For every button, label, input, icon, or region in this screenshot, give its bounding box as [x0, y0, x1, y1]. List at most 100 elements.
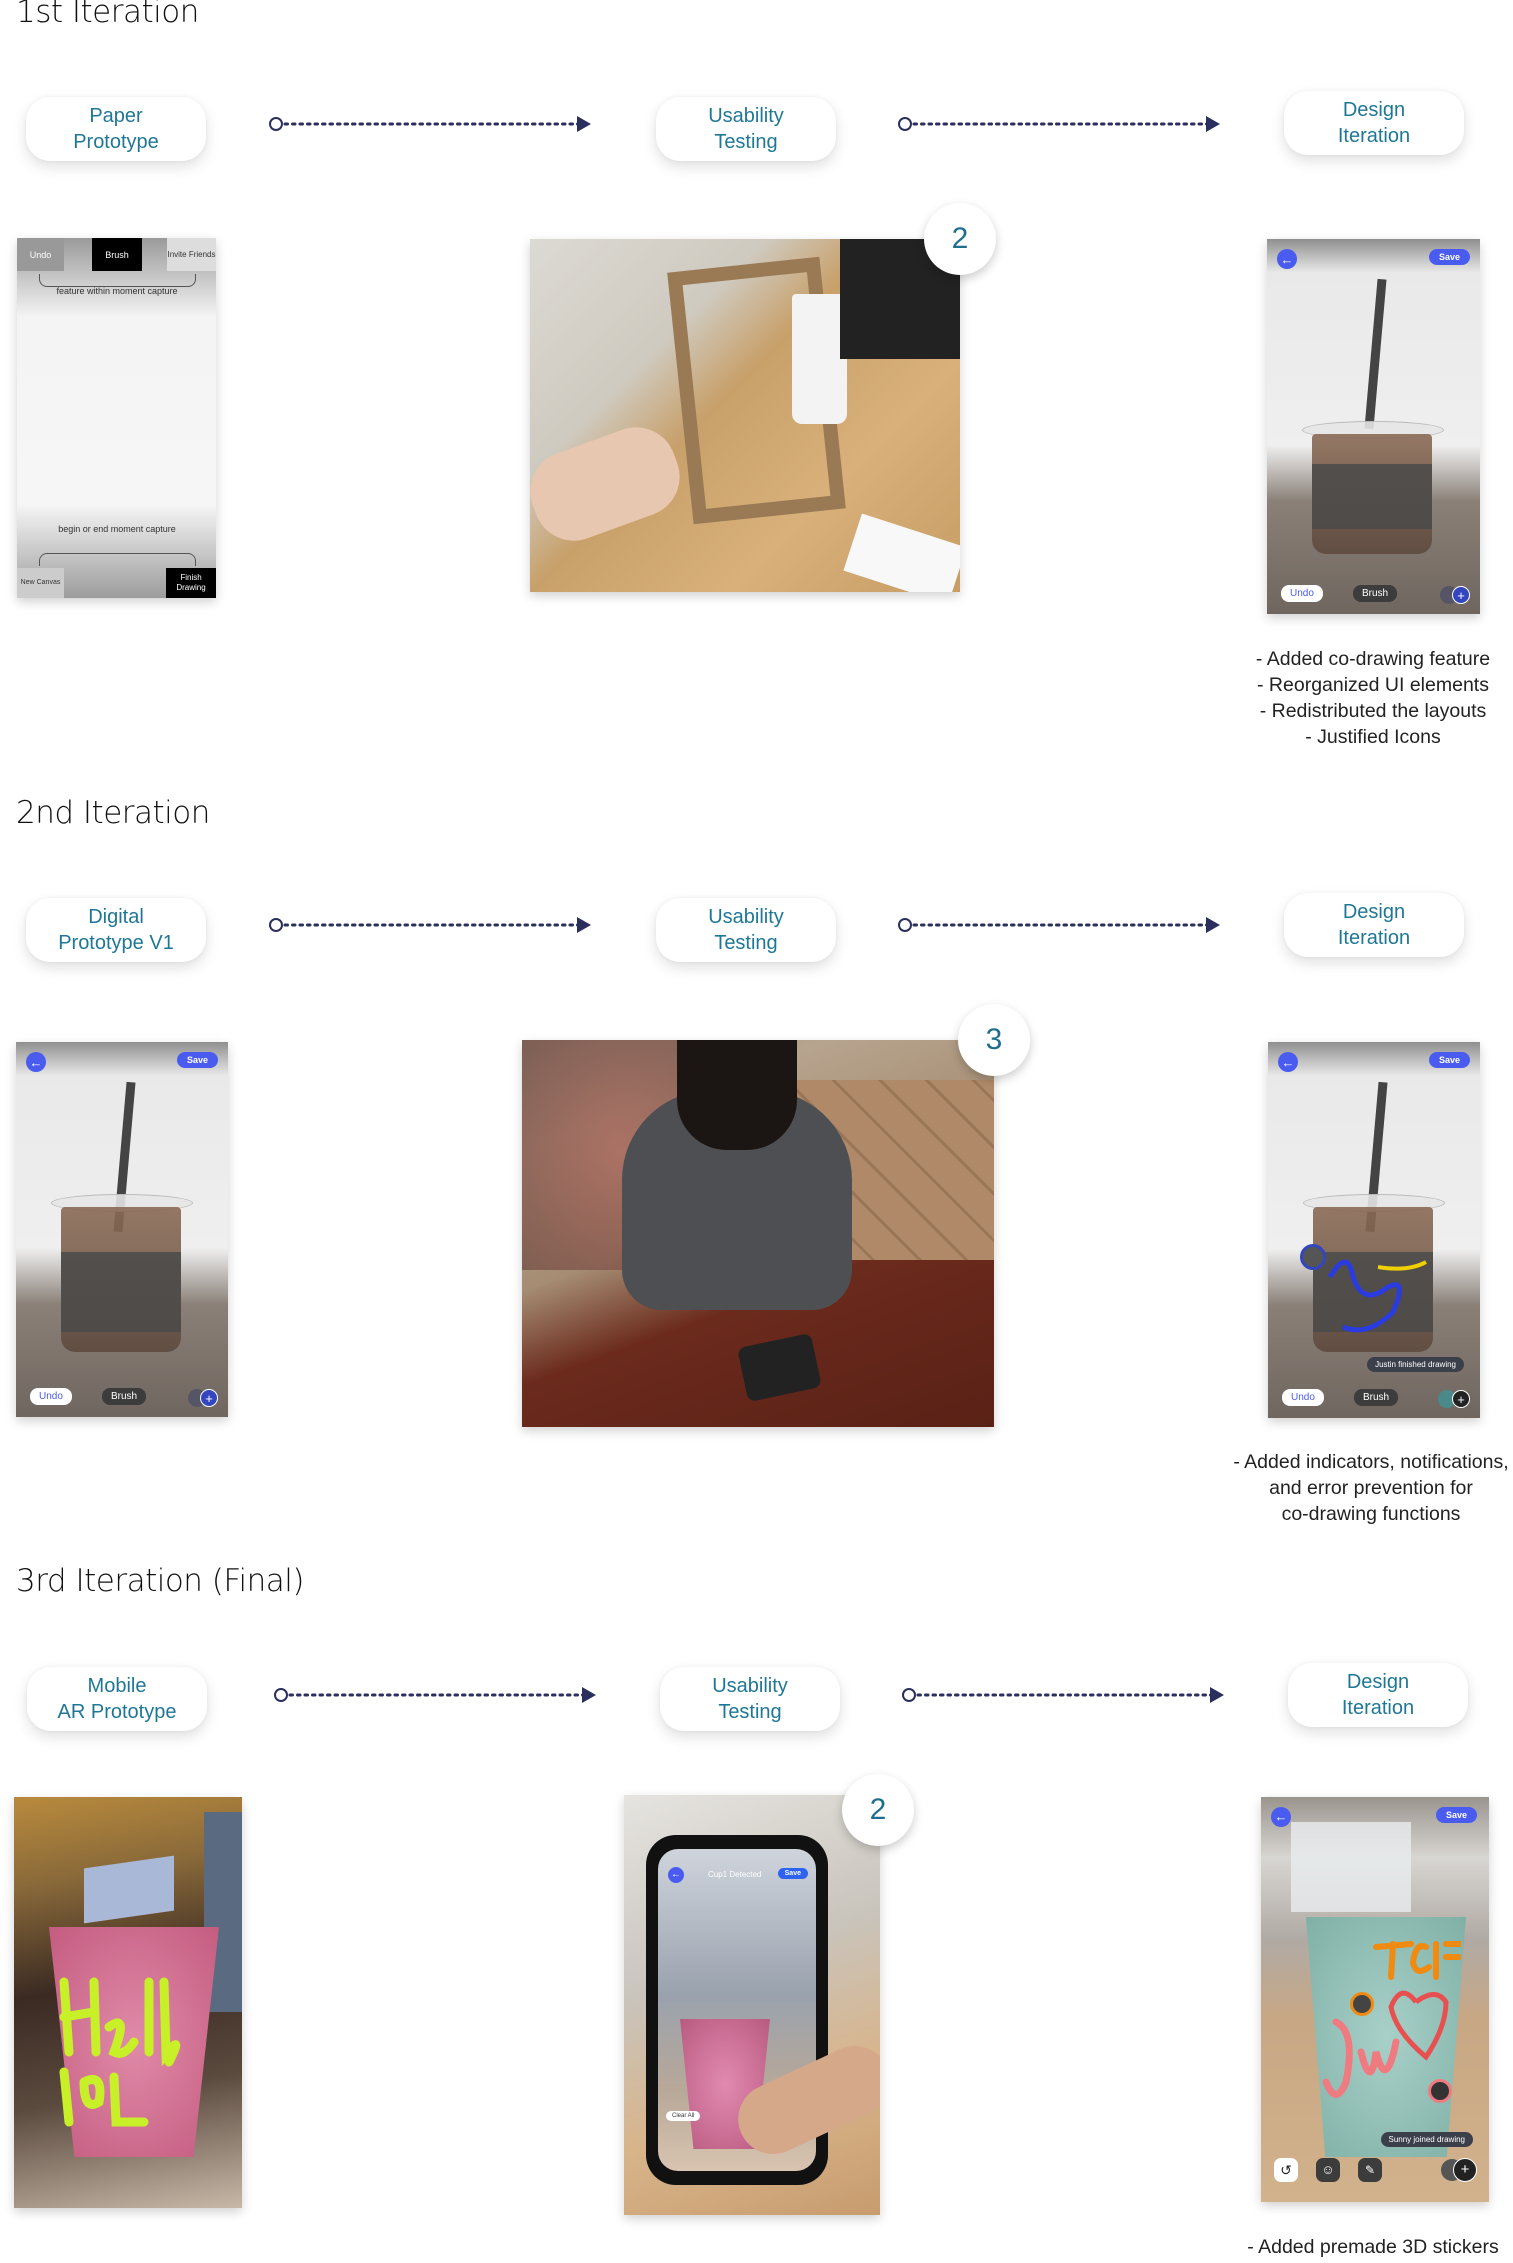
step-line: Iteration [1337, 927, 1411, 949]
step-line: Testing [714, 932, 778, 954]
add-icon: + [1452, 586, 1470, 604]
straw [1364, 278, 1387, 430]
hand [530, 416, 691, 552]
participant-count-badge: 2 [842, 1774, 914, 1846]
cup-sleeve [61, 1252, 181, 1332]
ar-prototype-photo [14, 1797, 242, 2208]
brush-button: Brush [1354, 1389, 1399, 1406]
paper-finish-tab: Finish Drawing [166, 568, 216, 598]
note-line: - Redistributed the layouts [1259, 700, 1487, 722]
note-line: - Reorganized UI elements [1257, 674, 1489, 696]
window [1291, 1822, 1411, 1912]
brush-button: Brush [1353, 585, 1398, 602]
paper-undo-tab: Undo [17, 238, 64, 271]
note-line: - Added co-drawing feature [1255, 648, 1491, 670]
undo-button: Undo [1281, 585, 1323, 602]
step-line: Usability [712, 1675, 788, 1697]
collaborator-indicator [1350, 1992, 1374, 2016]
save-button: Save [176, 1052, 218, 1068]
step-line: Mobile [87, 1675, 147, 1697]
step-design-iteration: Design Iteration [1284, 91, 1464, 155]
step-line: Design [1342, 901, 1406, 923]
drawing-strokes [1327, 1259, 1427, 1333]
step-usability-testing: Usability Testing [656, 97, 836, 161]
step-line: Design [1346, 1671, 1410, 1693]
dotted-arrow-icon [274, 1687, 596, 1703]
design-iteration-screenshot: ← Save Sunny joined drawing ↺ ☺ ✎ + [1261, 1797, 1489, 2202]
bracket [39, 553, 196, 566]
dotted-arrow-icon [269, 917, 591, 933]
notification-toast: Justin finished drawing [1367, 1357, 1464, 1372]
step-line: Iteration [1341, 1697, 1415, 1719]
step-line: Digital [88, 906, 144, 928]
note-line: co-drawing functions [1281, 1503, 1461, 1525]
save-button: Save [1428, 249, 1470, 265]
participant-count-badge: 2 [924, 203, 996, 275]
participant-count-badge: 3 [958, 1004, 1030, 1076]
step-design-iteration: Design Iteration [1284, 893, 1464, 957]
ar-drawing-strokes [59, 1977, 181, 2127]
hair [677, 1040, 797, 1150]
back-arrow-icon: ← [1271, 1807, 1291, 1827]
save-button: Save [1428, 1052, 1470, 1068]
step-digital-prototype: Digital Prototype V1 [26, 898, 206, 962]
add-icon: + [200, 1389, 218, 1407]
detection-status: Cup1 Detected [708, 1870, 762, 1879]
undo-button: Undo [1282, 1389, 1324, 1406]
back-arrow-icon: ← [668, 1867, 684, 1883]
note-line: and error prevention for [1269, 1477, 1473, 1499]
iteration-3-notes: - Added premade 3D stickers [1247, 2234, 1498, 2260]
step-usability-testing: Usability Testing [656, 898, 836, 962]
dotted-arrow-icon [898, 917, 1220, 933]
cup [792, 294, 847, 424]
dotted-arrow-icon [269, 116, 591, 132]
save-button: Save [1435, 1807, 1477, 1823]
step-paper-prototype: Paper Prototype [26, 97, 206, 161]
collaborator-indicator [1300, 1244, 1326, 1270]
undo-icon: ↺ [1274, 2158, 1298, 2182]
back-arrow-icon: ← [1278, 1052, 1298, 1072]
design-iteration-screenshot: ← Save Justin finished drawing Undo Brus… [1268, 1042, 1480, 1418]
save-button: Save [777, 1868, 808, 1879]
note-line: - Added premade 3D stickers [1247, 2236, 1499, 2258]
paper-new-canvas-tab: New Canvas [17, 568, 64, 598]
step-line: Usability [708, 105, 784, 127]
cup-sleeve [1312, 464, 1432, 529]
notification-toast: Sunny joined drawing [1380, 2132, 1473, 2147]
3d-cube-sticker [84, 1855, 174, 1924]
collaborator-indicator [1428, 2079, 1452, 2103]
phone [737, 1332, 822, 1403]
dotted-arrow-icon [898, 116, 1220, 132]
usability-testing-photo [530, 239, 960, 592]
step-usability-testing: Usability Testing [660, 1667, 840, 1731]
step-line: Paper [89, 105, 143, 127]
section-title-iteration-3: 3rd Iteration (Final) [16, 1563, 304, 1599]
back-arrow-icon: ← [1277, 249, 1297, 269]
usability-testing-photo [522, 1040, 994, 1427]
step-design-iteration: Design Iteration [1288, 1663, 1468, 1727]
usability-testing-photo: ← Cup1 Detected Save Clear All [624, 1795, 880, 2215]
step-line: Testing [714, 131, 778, 153]
add-icon: + [1453, 2158, 1477, 2182]
digital-prototype-screenshot: ← Save Undo Brush + [16, 1042, 228, 1417]
step-line: Testing [718, 1701, 782, 1723]
step-mobile-ar-prototype: Mobile AR Prototype [27, 1667, 207, 1731]
step-line: Design [1342, 99, 1406, 121]
note-line: - Added indicators, notifications, [1233, 1451, 1509, 1473]
back-arrow-icon: ← [26, 1052, 46, 1072]
section-title-iteration-1: 1st Iteration [16, 0, 199, 30]
brush-icon: ✎ [1358, 2158, 1382, 2182]
brush-button: Brush [102, 1388, 147, 1405]
iteration-2-notes: - Added indicators, notifications, and e… [1233, 1449, 1508, 1527]
iteration-1-notes: - Added co-drawing feature - Reorganized… [1256, 646, 1490, 750]
step-line: Usability [708, 906, 784, 928]
paper-note-top: feature within moment capture [56, 286, 178, 296]
step-line: Prototype V1 [58, 932, 174, 954]
undo-button: Undo [30, 1388, 72, 1405]
dotted-arrow-icon [902, 1687, 1224, 1703]
add-icon: + [1452, 1390, 1470, 1408]
step-line: Prototype [73, 131, 159, 153]
clear-all-button: Clear All [666, 2111, 701, 2121]
paper-brush-tab: Brush [92, 238, 142, 271]
paper-invite-tab: Invite Friends [167, 238, 216, 271]
